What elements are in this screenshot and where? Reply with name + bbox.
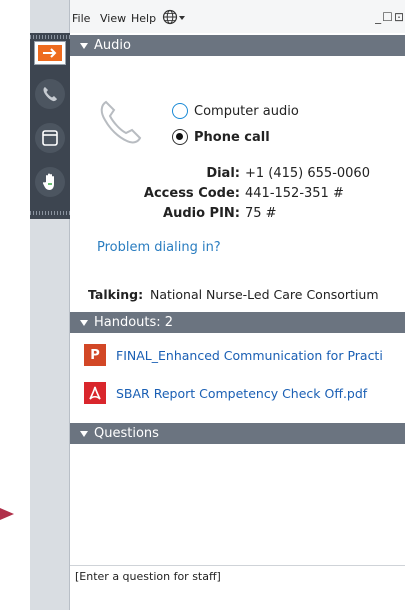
collapse-triangle-icon [80, 430, 88, 437]
menu-file[interactable]: File [72, 12, 90, 25]
sidebar-strip [30, 0, 70, 610]
phone-call-label[interactable]: Phone call [194, 130, 270, 145]
menu-help[interactable]: Help [131, 12, 156, 25]
arrow-right-icon [38, 45, 62, 61]
handout-name[interactable]: FINAL_Enhanced Communication for Practi [116, 348, 383, 363]
question-input[interactable]: [Enter a question for staff] [70, 565, 405, 610]
access-code-value: 441-152-351 # [245, 186, 344, 201]
questions-log: [Enter a question for staff] [70, 444, 405, 610]
maximize-icon[interactable]: ☐ [382, 10, 394, 24]
audio-pin-label: Audio PIN: [163, 206, 240, 221]
handouts-header-label: Handouts: 2 [94, 315, 174, 330]
sidebar-panel [30, 33, 70, 219]
grip-bottom[interactable] [30, 211, 70, 215]
dial-number: +1 (415) 655-0060 [245, 166, 370, 181]
phone-call-radio[interactable] [172, 129, 188, 145]
language-globe-icon[interactable] [162, 9, 186, 28]
menu-view[interactable]: View [100, 12, 126, 25]
questions-section-header[interactable]: Questions [70, 423, 405, 444]
audio-header-label: Audio [94, 38, 131, 53]
restore-icon[interactable]: ⊡ [394, 10, 405, 24]
questions-header-label: Questions [94, 426, 159, 441]
handouts-section-header[interactable]: Handouts: 2 [70, 312, 405, 333]
raise-hand-button[interactable] [35, 167, 65, 197]
hand-icon [42, 173, 54, 190]
talking-name: National Nurse-Led Care Consortium [150, 287, 379, 302]
menu-bar: File View Help _☐⊡ [70, 0, 405, 33]
grip-top[interactable] [30, 35, 70, 39]
powerpoint-file-icon: P [84, 344, 106, 366]
window-view-button[interactable] [35, 123, 65, 153]
audio-panel: Computer audio Phone call Dial: +1 (415)… [70, 56, 405, 311]
collapse-triangle-icon [80, 319, 88, 326]
problem-dialing-link[interactable]: Problem dialing in? [97, 240, 221, 255]
window-controls: _☐⊡ [375, 10, 405, 24]
show-hide-panel-button[interactable] [34, 41, 66, 65]
handout-item[interactable]: SBAR Report Competency Check Off.pdf [70, 375, 405, 411]
audio-button[interactable] [35, 79, 65, 109]
handout-item[interactable]: P FINAL_Enhanced Communication for Pract… [70, 337, 405, 373]
collapse-triangle-icon [80, 42, 88, 49]
audio-section-header[interactable]: Audio [70, 35, 405, 56]
pointer-arrow-icon [0, 508, 14, 520]
computer-audio-label[interactable]: Computer audio [194, 104, 299, 119]
gotowebinar-panel: File View Help _☐⊡ Audio Computer audio … [70, 0, 405, 610]
left-gutter [0, 0, 30, 610]
pdf-file-icon [84, 382, 106, 404]
phone-icon [43, 87, 57, 102]
access-code-label: Access Code: [143, 186, 240, 201]
window-icon [42, 130, 58, 146]
phone-handset-icon [100, 100, 142, 144]
computer-audio-radio[interactable] [172, 103, 188, 119]
talking-label: Talking: [88, 287, 144, 302]
handout-name[interactable]: SBAR Report Competency Check Off.pdf [116, 386, 367, 401]
audio-pin-value: 75 # [245, 206, 277, 221]
dial-label: Dial: [206, 166, 240, 181]
